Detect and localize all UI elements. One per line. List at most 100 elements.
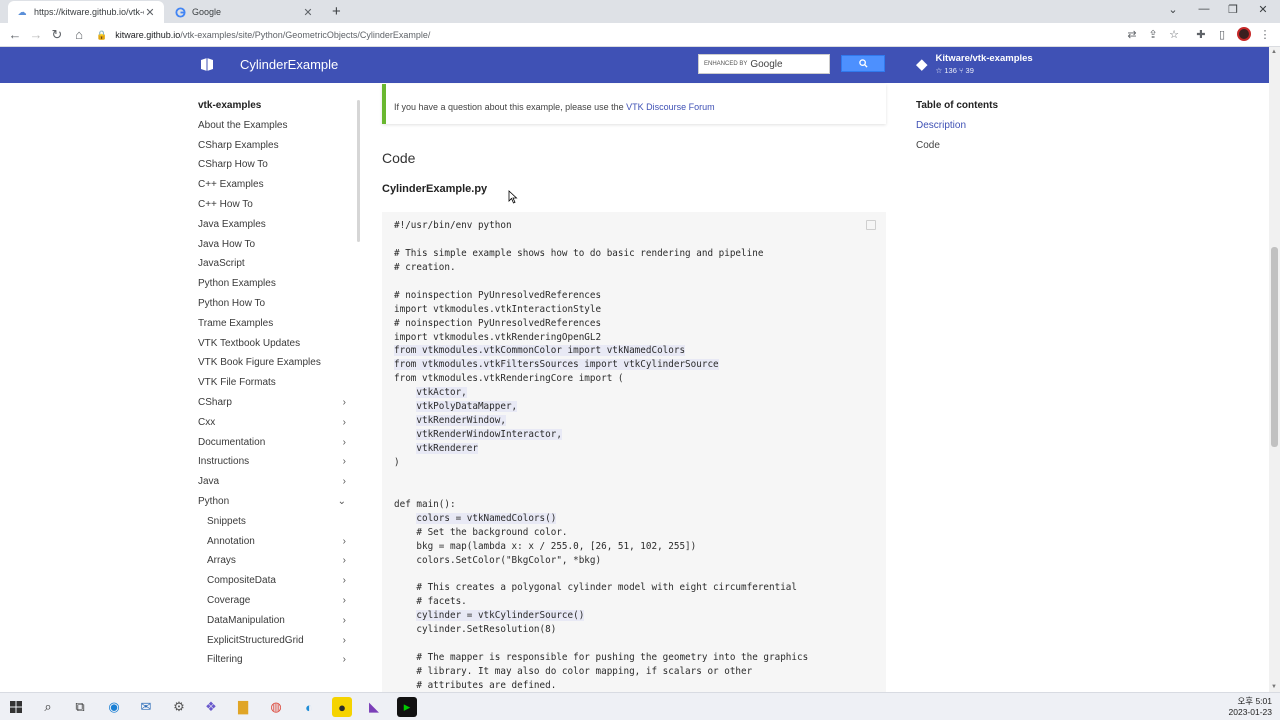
chevron-right-icon[interactable]: › xyxy=(343,534,346,550)
nav-item-c-examples[interactable]: C++ Examples xyxy=(198,177,358,197)
nav-item-about-the-examples[interactable]: About the Examples xyxy=(198,118,358,138)
translate-icon[interactable]: ⇄ xyxy=(1124,27,1140,43)
chevron-right-icon[interactable]: › xyxy=(343,593,346,609)
nav-item-vtk-textbook-updates[interactable]: VTK Textbook Updates xyxy=(198,336,358,356)
nav-item-label: JavaScript xyxy=(198,258,245,270)
side-panel-icon[interactable]: ▯ xyxy=(1214,27,1230,43)
task-view-icon[interactable]: ⧉ xyxy=(70,697,90,717)
nav-item-python-examples[interactable]: Python Examples xyxy=(198,276,358,296)
chevron-down-icon[interactable]: ⌄ xyxy=(338,494,346,510)
chevron-right-icon[interactable]: › xyxy=(343,573,346,589)
extensions-icon[interactable]: ✚ xyxy=(1193,27,1209,43)
nav-item-vtk-book-figure-examples[interactable]: VTK Book Figure Examples xyxy=(198,355,358,375)
chevron-right-icon[interactable]: › xyxy=(343,415,346,431)
edge-icon[interactable]: ◉ xyxy=(104,697,124,717)
forward-icon[interactable]: → xyxy=(27,26,45,44)
bookmark-star-icon[interactable]: ☆ xyxy=(1166,27,1182,43)
nav-item-explicitstructuredgrid[interactable]: ExplicitStructuredGrid › xyxy=(198,633,358,653)
file-explorer-icon[interactable]: ▇ xyxy=(233,697,253,717)
repo-link[interactable]: ◆ Kitware/vtk-examples ☆ 136 ⑂ 39 xyxy=(916,53,1033,75)
chrome-icon[interactable]: ◍ xyxy=(266,697,286,717)
nav-item-label: Documentation xyxy=(198,436,266,448)
close-window-icon[interactable]: ✕ xyxy=(1252,3,1274,16)
chevron-right-icon[interactable]: › xyxy=(343,395,346,411)
search-button[interactable] xyxy=(841,55,885,72)
nav-item-c-how-to[interactable]: C++ How To xyxy=(198,197,358,217)
profile-avatar[interactable] xyxy=(1237,27,1251,41)
address-bar[interactable]: 🔒 kitware.github.io/vtk-examples/site/Py… xyxy=(96,26,1116,44)
search-input[interactable]: ENHANCED BY Google xyxy=(698,54,830,74)
nav-item-csharp-examples[interactable]: CSharp Examples xyxy=(198,138,358,158)
chevron-right-icon[interactable]: › xyxy=(343,435,346,451)
nav-item-csharp-how-to[interactable]: CSharp How To xyxy=(198,157,358,177)
restore-icon[interactable]: ❐ xyxy=(1222,3,1244,16)
chevron-right-icon[interactable]: › xyxy=(343,633,346,649)
nav-item-vtk-file-formats[interactable]: VTK File Formats xyxy=(198,375,358,395)
code-line: vtkPolyDataMapper, xyxy=(394,400,808,414)
chevron-right-icon[interactable]: › xyxy=(343,652,346,668)
copy-icon[interactable] xyxy=(866,220,876,230)
tab-google[interactable]: Google ✕ xyxy=(166,1,322,23)
chevron-right-icon[interactable]: › xyxy=(343,553,346,569)
nav-item-cxx[interactable]: Cxx › xyxy=(198,415,358,435)
share-icon[interactable]: ⇪ xyxy=(1145,27,1161,43)
nav-item-java[interactable]: Java › xyxy=(198,474,358,494)
discourse-forum-link[interactable]: VTK Discourse Forum xyxy=(626,102,715,112)
tab-search-chevron-icon[interactable]: ⌄ xyxy=(1162,3,1184,16)
app-icon[interactable]: ❖ xyxy=(201,697,221,717)
book-logo-icon[interactable] xyxy=(200,57,214,71)
nav-item-annotation[interactable]: Annotation › xyxy=(198,534,358,554)
code-line: #!/usr/bin/env python xyxy=(394,219,808,233)
nav-item-javascript[interactable]: JavaScript xyxy=(198,256,358,276)
toc-item-description[interactable]: Description xyxy=(916,120,998,140)
tab-vtk-examples[interactable]: ☁ https://kitware.github.io/vtk-exa ✕ xyxy=(8,1,164,23)
nav-item-instructions[interactable]: Instructions › xyxy=(198,454,358,474)
terminal-app-icon[interactable]: ▸ xyxy=(397,697,417,717)
chevron-right-icon[interactable]: › xyxy=(343,454,346,470)
windows-start-icon[interactable] xyxy=(6,697,26,717)
nav-item-csharp[interactable]: CSharp › xyxy=(198,395,358,415)
browser-app-icon[interactable]: ◐ xyxy=(299,697,319,717)
minimize-icon[interactable]: — xyxy=(1193,3,1215,15)
nav-item-arrays[interactable]: Arrays › xyxy=(198,553,358,573)
tab-close-icon[interactable]: ✕ xyxy=(302,6,314,19)
nav-item-datamanipulation[interactable]: DataManipulation › xyxy=(198,613,358,633)
nav-item-python-how-to[interactable]: Python How To xyxy=(198,296,358,316)
back-icon[interactable]: ← xyxy=(6,26,24,44)
nav-item-trame-examples[interactable]: Trame Examples xyxy=(198,316,358,336)
settings-gear-icon[interactable]: ⚙ xyxy=(169,697,189,717)
tab-title: https://kitware.github.io/vtk-exa xyxy=(34,7,144,17)
chat-app-icon[interactable]: ● xyxy=(332,697,352,717)
url-path: /vtk-examples/site/Python/GeometricObjec… xyxy=(180,30,431,40)
new-tab-icon[interactable]: + xyxy=(332,3,341,20)
nav-item-documentation[interactable]: Documentation › xyxy=(198,435,358,455)
taskbar-search-icon[interactable]: ⌕ xyxy=(38,697,58,717)
nav-item-java-how-to[interactable]: Java How To xyxy=(198,237,358,257)
tab-close-icon[interactable]: ✕ xyxy=(144,6,156,19)
mail-icon[interactable]: ✉ xyxy=(136,697,156,717)
nav-scrollbar[interactable] xyxy=(357,100,360,242)
nav-item-coverage[interactable]: Coverage › xyxy=(198,593,358,613)
chevron-right-icon[interactable]: › xyxy=(343,474,346,490)
menu-kebab-icon[interactable]: ⋮ xyxy=(1257,27,1273,43)
scroll-down-icon[interactable]: ▼ xyxy=(1271,684,1277,690)
nav-item-java-examples[interactable]: Java Examples xyxy=(198,217,358,237)
nav-item-snippets[interactable]: Snippets xyxy=(198,514,358,534)
nav-item-filtering[interactable]: Filtering › xyxy=(198,652,358,672)
code-line-text: ) xyxy=(394,456,400,468)
reload-icon[interactable]: ↻ xyxy=(48,26,66,44)
scrollbar-thumb[interactable] xyxy=(1271,247,1278,447)
scroll-up-icon[interactable]: ▲ xyxy=(1271,49,1277,55)
nav-item-compositedata[interactable]: CompositeData › xyxy=(198,573,358,593)
code-line: import vtkmodules.vtkInteractionStyle xyxy=(394,303,808,317)
visual-studio-icon[interactable]: ◣ xyxy=(364,697,384,717)
page-scrollbar[interactable]: ▲ ▼ xyxy=(1269,47,1280,692)
url-host: kitware.github.io xyxy=(115,30,181,40)
home-icon[interactable]: ⌂ xyxy=(70,26,88,44)
taskbar-clock[interactable]: 오후 5:01 2023-01-23 xyxy=(1229,696,1272,718)
nav-item-vtk-examples[interactable]: vtk-examples xyxy=(198,98,358,118)
chevron-right-icon[interactable]: › xyxy=(343,613,346,629)
toc-item-code[interactable]: Code xyxy=(916,140,998,160)
nav-item-label: ExplicitStructuredGrid xyxy=(207,634,304,646)
nav-item-python[interactable]: Python ⌄ xyxy=(198,494,358,514)
